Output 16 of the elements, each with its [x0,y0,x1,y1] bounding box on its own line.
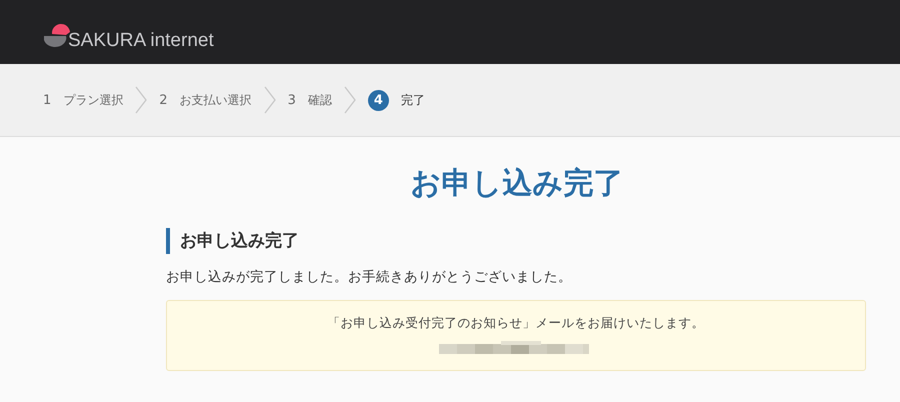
step-number: 3 [288,92,296,108]
section-heading: お申し込み完了 [166,228,866,254]
chevron-icon [135,86,148,114]
chevron-icon [344,86,356,114]
completion-message: お申し込みが完了しました。お手続きありがとうございました。 [166,268,573,286]
logo-text: SAKURA internet [68,30,214,52]
page-title: お申し込み完了 [410,165,624,203]
notice-text: 「お申し込み受付完了のお知らせ」メールをお届けいたします。 [328,315,704,332]
step-number: 4 [368,90,389,110]
chevron-icon [264,86,276,114]
step-label: お支払い選択 [180,92,252,108]
step-number: 2 [159,92,168,108]
step-label: 完了 [400,92,425,108]
step-label: プラン選択 [63,92,124,108]
step-label: 確認 [308,92,332,108]
step-number: 1 [43,92,52,108]
